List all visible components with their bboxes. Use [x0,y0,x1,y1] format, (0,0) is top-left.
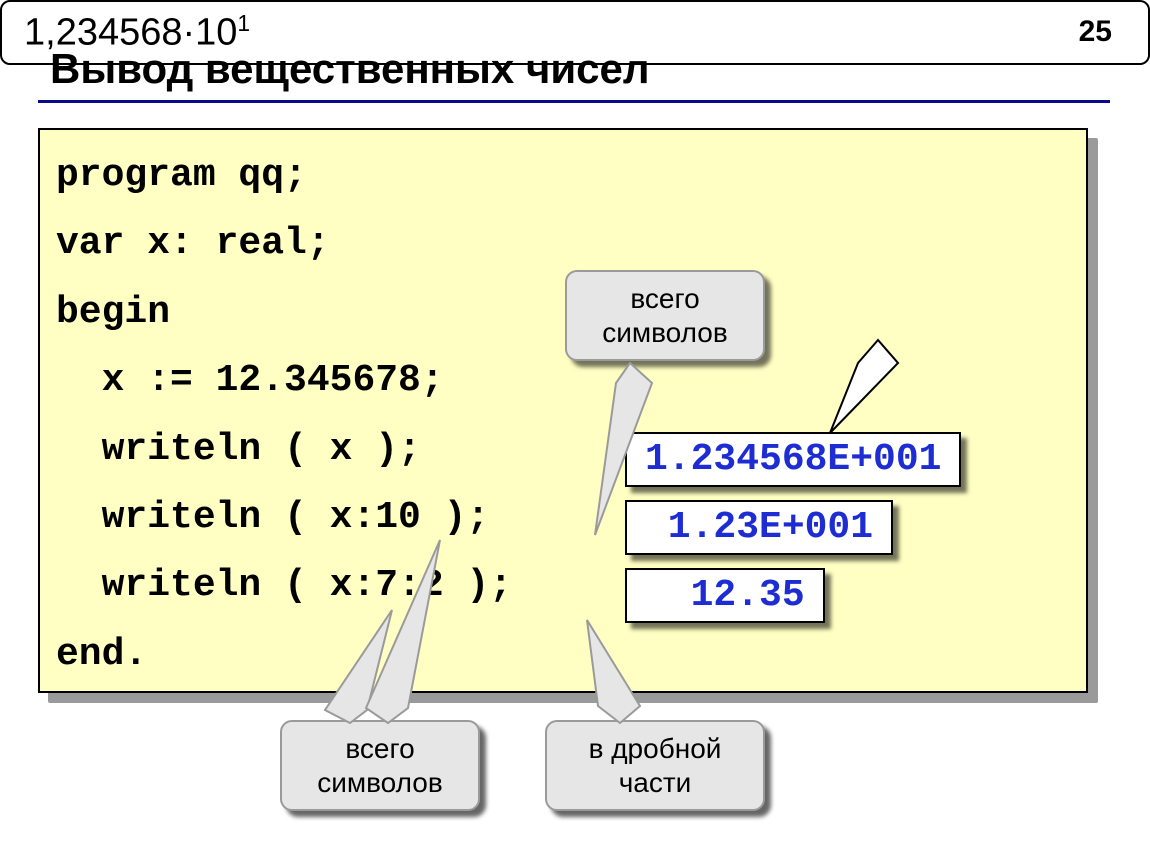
code-block: program qq; var x: real; begin x := 12.3… [38,128,1088,693]
page-number: 25 [1079,15,1112,49]
output-1: 1.234568E+001 [625,432,961,487]
callout-total-chars-top: всего символов [565,270,765,361]
callout-total-chars-bottom: всего символов [280,720,480,811]
output-3: 12.35 [625,568,825,623]
result-top-exponent: 1 [237,10,250,36]
title-underline [38,100,1110,103]
slide-title: Вывод вещественных чисел [50,45,650,93]
output-2: 1.23E+001 [625,500,893,555]
callout-fraction: в дробной части [545,720,765,811]
